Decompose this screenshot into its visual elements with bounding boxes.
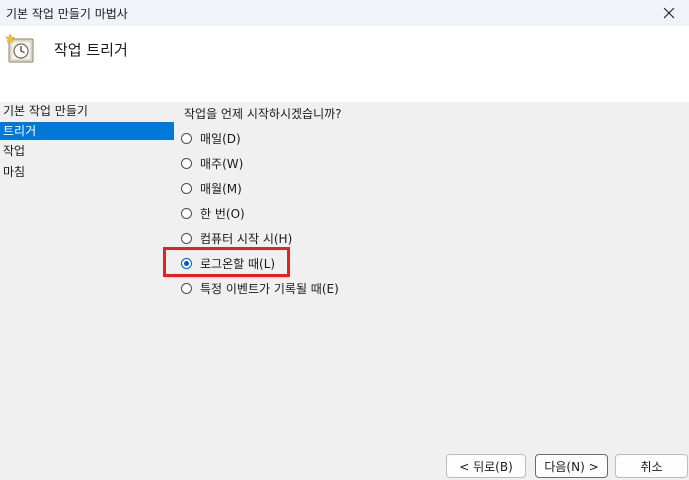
radio-button[interactable] bbox=[181, 157, 192, 169]
radio-button[interactable] bbox=[181, 182, 192, 194]
radio-button[interactable] bbox=[181, 132, 192, 144]
radio-label: 컴퓨터 시작 시(H) bbox=[200, 231, 293, 246]
radio-button[interactable] bbox=[181, 282, 192, 294]
radio-option-one-time[interactable]: 한 번(O) bbox=[181, 204, 245, 222]
back-button[interactable]: < 뒤로(B) bbox=[446, 454, 526, 478]
wizard-header: 작업 트리거 bbox=[0, 26, 689, 102]
sidebar-item-finish[interactable]: 마침 bbox=[0, 163, 174, 181]
radio-button[interactable] bbox=[181, 207, 192, 219]
page-title: 작업 트리거 bbox=[54, 41, 128, 59]
trigger-question: 작업을 언제 시작하시겠습니까? bbox=[184, 107, 342, 121]
radio-option-weekly[interactable]: 매주(W) bbox=[181, 154, 243, 172]
close-icon bbox=[663, 7, 675, 19]
radio-option-daily[interactable]: 매일(D) bbox=[181, 129, 241, 147]
highlight-box bbox=[163, 247, 290, 277]
radio-label: 특정 이벤트가 기록될 때(E) bbox=[200, 281, 339, 296]
radio-option-monthly[interactable]: 매월(M) bbox=[181, 179, 242, 197]
radio-option-computer-start[interactable]: 컴퓨터 시작 시(H) bbox=[181, 229, 292, 247]
window-title: 기본 작업 만들기 마법사 bbox=[6, 7, 128, 21]
radio-button[interactable] bbox=[181, 232, 192, 244]
clock-task-icon bbox=[4, 33, 34, 63]
radio-label: 한 번(O) bbox=[200, 206, 245, 221]
sidebar-item-action[interactable]: 작업 bbox=[0, 142, 174, 160]
title-bar: 기본 작업 만들기 마법사 bbox=[0, 0, 689, 26]
radio-label: 매월(M) bbox=[200, 181, 242, 196]
sidebar-item-trigger[interactable]: 트리거 bbox=[0, 122, 174, 140]
cancel-button[interactable]: 취소 bbox=[615, 454, 688, 478]
next-button[interactable]: 다음(N) > bbox=[535, 454, 608, 478]
radio-option-event-logged[interactable]: 특정 이벤트가 기록될 때(E) bbox=[181, 279, 339, 297]
sidebar-item-create-basic-task[interactable]: 기본 작업 만들기 bbox=[0, 102, 174, 120]
close-button[interactable] bbox=[649, 0, 689, 26]
radio-label: 매일(D) bbox=[200, 131, 241, 146]
radio-label: 매주(W) bbox=[200, 156, 244, 171]
